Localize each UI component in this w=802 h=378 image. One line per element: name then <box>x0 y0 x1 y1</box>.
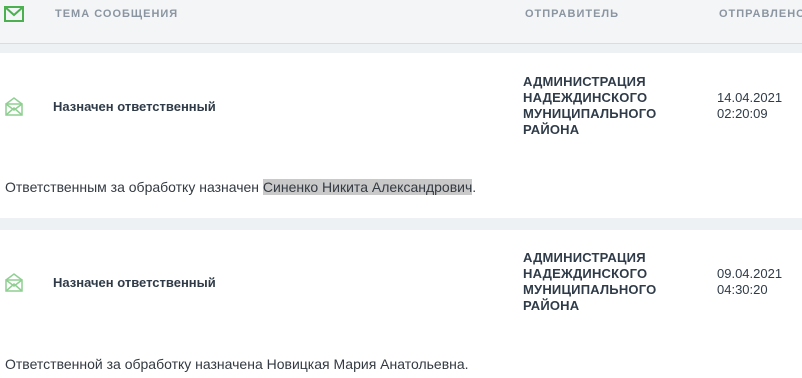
column-header-sent[interactable]: ОТПРАВЛЕНО <box>719 8 802 20</box>
message-sender: АДМИНИСТРАЦИЯ НАДЕЖДИНСКОГО МУНИЦИПАЛЬНО… <box>523 250 657 313</box>
message-body: Ответственным за обработку назначен Сине… <box>5 179 476 195</box>
message-row[interactable]: Назначен ответственный АДМИНИСТРАЦИЯ НАД… <box>0 53 802 218</box>
envelope-open-icon <box>4 96 24 116</box>
message-sender: АДМИНИСТРАЦИЯ НАДЕЖДИНСКОГО МУНИЦИПАЛЬНО… <box>523 74 657 137</box>
message-body-highlight: Синенко Никита Александрович <box>262 179 473 195</box>
envelope-icon[interactable] <box>4 6 24 22</box>
message-subject[interactable]: Назначен ответственный <box>53 275 216 290</box>
message-sent-time: 04:30:20 <box>717 282 768 297</box>
message-body: Ответственной за обработку назначена Нов… <box>5 356 469 372</box>
column-header-sender[interactable]: ОТПРАВИТЕЛЬ <box>525 8 619 20</box>
message-sent-date: 09.04.2021 <box>717 266 783 281</box>
column-header-subject[interactable]: ТЕМА СООБЩЕНИЯ <box>55 8 178 20</box>
messages-page: ТЕМА СООБЩЕНИЯ ОТПРАВИТЕЛЬ ОТПРАВЛЕНО На… <box>0 0 802 378</box>
message-body-suffix: . <box>472 179 477 195</box>
envelope-open-icon <box>4 272 24 292</box>
message-sent-datetime: 14.04.2021 02:20:09 <box>717 90 782 122</box>
message-row[interactable]: Назначен ответственный АДМИНИСТРАЦИЯ НАД… <box>0 230 802 378</box>
messages-table-header: ТЕМА СООБЩЕНИЯ ОТПРАВИТЕЛЬ ОТПРАВЛЕНО <box>0 0 802 44</box>
message-sent-datetime: 09.04.2021 04:30:20 <box>717 266 782 298</box>
message-sent-date: 14.04.2021 <box>717 90 783 105</box>
message-sent-time: 02:20:09 <box>717 106 768 121</box>
message-body-prefix: Ответственным за обработку назначен <box>5 179 263 195</box>
message-subject[interactable]: Назначен ответственный <box>53 99 216 114</box>
message-body-prefix: Ответственной за обработку назначена Нов… <box>5 356 469 372</box>
